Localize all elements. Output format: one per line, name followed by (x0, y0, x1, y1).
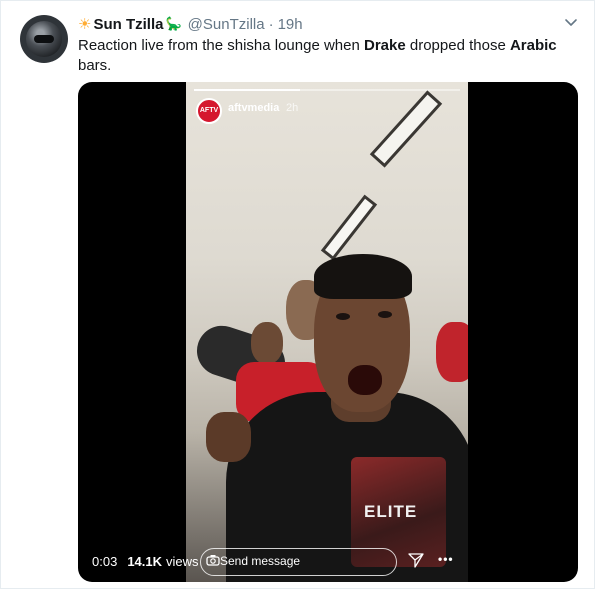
avatar-visor (34, 35, 54, 43)
video-views: 14.1K views (127, 554, 198, 569)
chevron-down-icon[interactable] (564, 15, 578, 29)
header-separator: · (268, 15, 274, 33)
tweet-text-bold: Drake (364, 37, 406, 54)
sun-emoji-icon: ☀ (78, 16, 92, 33)
tweet-header: ☀ Sun Tzilla 🦕 @SunTzilla · 19h (78, 13, 303, 35)
tweet-text-part: Reaction live from the shisha lounge whe… (78, 37, 364, 54)
story-age: 2h (286, 102, 299, 114)
video-meta: 0:03 14.1K views (92, 554, 207, 569)
person-eye (378, 311, 392, 318)
author-name[interactable]: Sun Tzilla (93, 16, 163, 33)
tweet-card[interactable]: ☀ Sun Tzilla 🦕 @SunTzilla · 19h Reaction… (0, 0, 595, 589)
person-mouth (348, 365, 382, 395)
author-avatar[interactable] (20, 15, 68, 63)
tweet-text-part: bars. (78, 57, 112, 74)
story-username: aftvmedia (228, 102, 280, 114)
tweet-text-bold: Arabic (509, 37, 557, 54)
dinosaur-emoji-icon: 🦕 (165, 16, 182, 31)
video-frame: AFTV aftvmedia 2h ELITE Send message ••• (186, 82, 468, 582)
person-hand (206, 412, 251, 462)
person-hair (314, 254, 412, 299)
camera-icon (206, 555, 220, 566)
send-icon (408, 553, 424, 568)
send-message-label: Send message (220, 554, 301, 568)
story-progress-bar (194, 89, 460, 91)
story-progress-fill (194, 89, 301, 91)
shirt-print-text: ELITE (364, 502, 418, 521)
views-label: views (166, 554, 199, 569)
video-time: 0:03 (92, 554, 118, 569)
ceiling-light (369, 90, 443, 168)
tweet-text: Reaction live from the shisha lounge whe… (78, 36, 578, 76)
background-red-shirt (436, 322, 468, 382)
background-person-head (251, 322, 283, 364)
video-player[interactable]: AFTV aftvmedia 2h ELITE Send message •••… (78, 82, 578, 582)
person-eye (336, 313, 350, 320)
tweet-timestamp[interactable]: 19h (278, 16, 303, 33)
view-count: 14.1K (127, 554, 163, 569)
tweet-text-part: dropped those (405, 37, 510, 54)
author-handle[interactable]: @SunTzilla (188, 16, 265, 33)
more-icon: ••• (438, 552, 454, 566)
story-avatar: AFTV (196, 98, 222, 124)
ceiling-light (320, 194, 378, 261)
